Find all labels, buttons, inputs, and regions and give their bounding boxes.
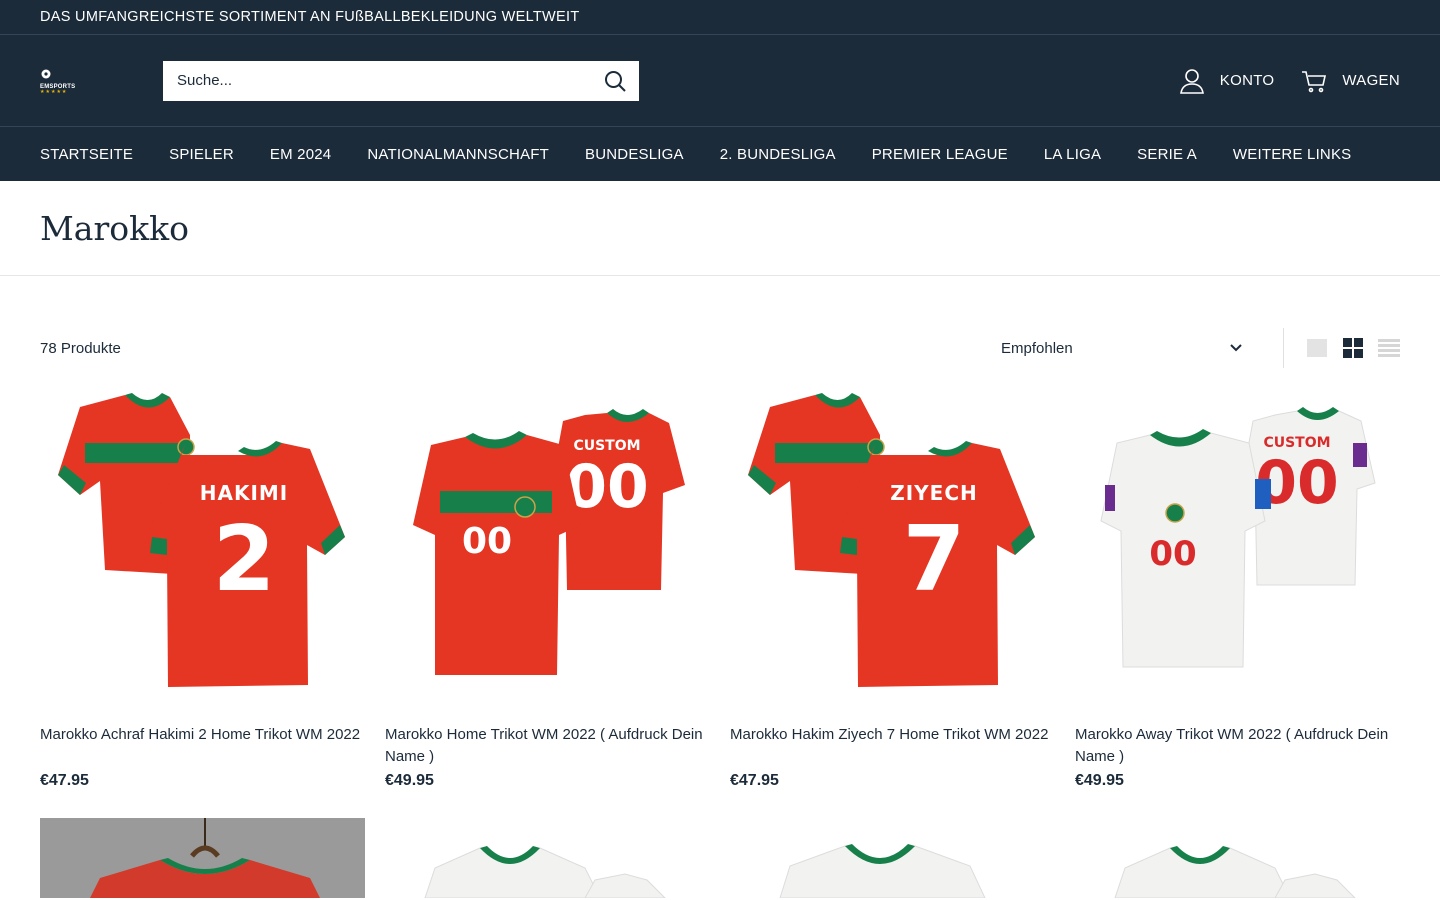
cart-icon [1302, 70, 1327, 92]
nav-item-bundesliga[interactable]: BUNDESLIGA [585, 146, 684, 163]
nav-item-la-liga[interactable]: LA LIGA [1044, 146, 1101, 163]
account-link[interactable]: KONTO [1178, 67, 1275, 95]
toolbar-divider [1283, 328, 1284, 368]
logo-ball-icon [41, 69, 51, 79]
product-card[interactable] [730, 818, 1055, 898]
product-image[interactable] [385, 818, 710, 898]
product-card[interactable] [1075, 818, 1400, 898]
product-price: €49.95 [1075, 772, 1124, 789]
page-title: Marokko [40, 208, 189, 248]
jersey-image: ZIYECH 7 [748, 393, 1035, 687]
svg-text:00: 00 [1149, 534, 1196, 574]
sort-select[interactable]: Empfohlen [1001, 340, 1251, 357]
product-title[interactable]: Marokko Home Trikot WM 2022 ( Aufdruck D… [385, 724, 710, 768]
view-small-grid-button[interactable] [1342, 337, 1364, 359]
jersey-back-name: ZIYECH [890, 481, 978, 505]
jersey-back-number: 2 [213, 507, 276, 612]
list-view-icon [1378, 339, 1400, 357]
product-card[interactable]: CUSTOM 00 00 Marokko Home Trikot WM 2022… [385, 385, 710, 790]
account-label: KONTO [1219, 72, 1275, 89]
jersey-image [779, 844, 986, 898]
cart-link[interactable]: WAGEN [1300, 67, 1400, 95]
view-toggles [1306, 337, 1400, 359]
logo-stars: ★★★★★ [40, 89, 68, 95]
product-count: 78 Produkte [40, 339, 121, 357]
large-grid-icon [1307, 339, 1327, 357]
jersey-image [1114, 846, 1356, 898]
announcement-text: DAS UMFANGREICHSTE SORTIMENT AN FUßBALLB… [40, 9, 580, 25]
search-bar [163, 60, 639, 101]
small-grid-icon [1343, 338, 1363, 358]
product-card[interactable] [40, 818, 365, 898]
product-card[interactable]: HAKIMI 2 Marokko Achraf Hakimi 2 Home Tr… [40, 385, 365, 790]
nav-item-serie-a[interactable]: SERIE A [1137, 146, 1197, 163]
product-card[interactable]: ZIYECH 7 Marokko Hakim Ziyech 7 Home Tri… [730, 385, 1055, 790]
product-image[interactable]: ZIYECH 7 [730, 385, 1055, 710]
product-title[interactable]: Marokko Achraf Hakimi 2 Home Trikot WM 2… [40, 724, 365, 768]
main-navigation: STARTSEITE SPIELER EM 2024 NATIONALMANNS… [0, 126, 1440, 181]
view-list-button[interactable] [1378, 337, 1400, 359]
product-image[interactable] [40, 818, 365, 898]
cart-label: WAGEN [1342, 72, 1400, 89]
announcement-bar: DAS UMFANGREICHSTE SORTIMENT AN FUßBALLB… [0, 0, 1440, 35]
collection-toolbar: 78 Produkte Empfohlen [40, 328, 1400, 368]
jersey-image: CUSTOM 00 00 [413, 409, 685, 675]
collection-header: Marokko [0, 181, 1440, 276]
product-price: €47.95 [40, 772, 89, 789]
product-image[interactable] [1075, 818, 1400, 898]
product-image[interactable] [730, 818, 1055, 898]
product-card[interactable] [385, 818, 710, 898]
nav-item-spieler[interactable]: SPIELER [169, 146, 234, 163]
search-icon[interactable] [603, 69, 627, 93]
product-price: €49.95 [385, 772, 434, 789]
jersey-image [90, 818, 320, 898]
nav-item-weitere-links[interactable]: WEITERE LINKS [1233, 146, 1351, 163]
jersey-image [424, 846, 666, 898]
nav-item-premier-league[interactable]: PREMIER LEAGUE [872, 146, 1008, 163]
product-grid: HAKIMI 2 Marokko Achraf Hakimi 2 Home Tr… [40, 385, 1400, 898]
user-icon [1179, 68, 1204, 94]
product-title[interactable]: Marokko Hakim Ziyech 7 Home Trikot WM 20… [730, 724, 1055, 768]
header-actions: KONTO WAGEN [1178, 67, 1400, 95]
chevron-down-icon [1230, 344, 1242, 352]
product-price: €47.95 [730, 772, 779, 789]
jersey-image: HAKIMI 2 [58, 393, 345, 687]
nav-item-2-bundesliga[interactable]: 2. BUNDESLIGA [720, 146, 836, 163]
nav-item-em-2024[interactable]: EM 2024 [270, 146, 331, 163]
site-header: EMSPORTS ★★★★★ KONTO WAGEN [0, 35, 1440, 126]
product-image[interactable]: HAKIMI 2 [40, 385, 365, 710]
nav-item-startseite[interactable]: STARTSEITE [40, 146, 133, 163]
product-image[interactable]: CUSTOM 00 00 [1075, 385, 1400, 710]
product-title[interactable]: Marokko Away Trikot WM 2022 ( Aufdruck D… [1075, 724, 1400, 768]
jersey-back-number: 7 [903, 507, 966, 612]
jersey-image: CUSTOM 00 00 [1100, 407, 1376, 668]
view-large-grid-button[interactable] [1306, 337, 1328, 359]
search-input[interactable] [177, 72, 603, 89]
sort-selected-value: Empfohlen [1001, 339, 1073, 357]
product-image[interactable]: CUSTOM 00 00 [385, 385, 710, 710]
product-card[interactable]: CUSTOM 00 00 Marokko Away Trikot WM 2022… [1075, 385, 1400, 790]
jersey-back-name: HAKIMI [200, 481, 289, 505]
svg-text:00: 00 [462, 521, 512, 562]
nav-item-nationalmannschaft[interactable]: NATIONALMANNSCHAFT [367, 146, 549, 163]
site-logo[interactable]: EMSPORTS ★★★★★ [40, 66, 100, 96]
